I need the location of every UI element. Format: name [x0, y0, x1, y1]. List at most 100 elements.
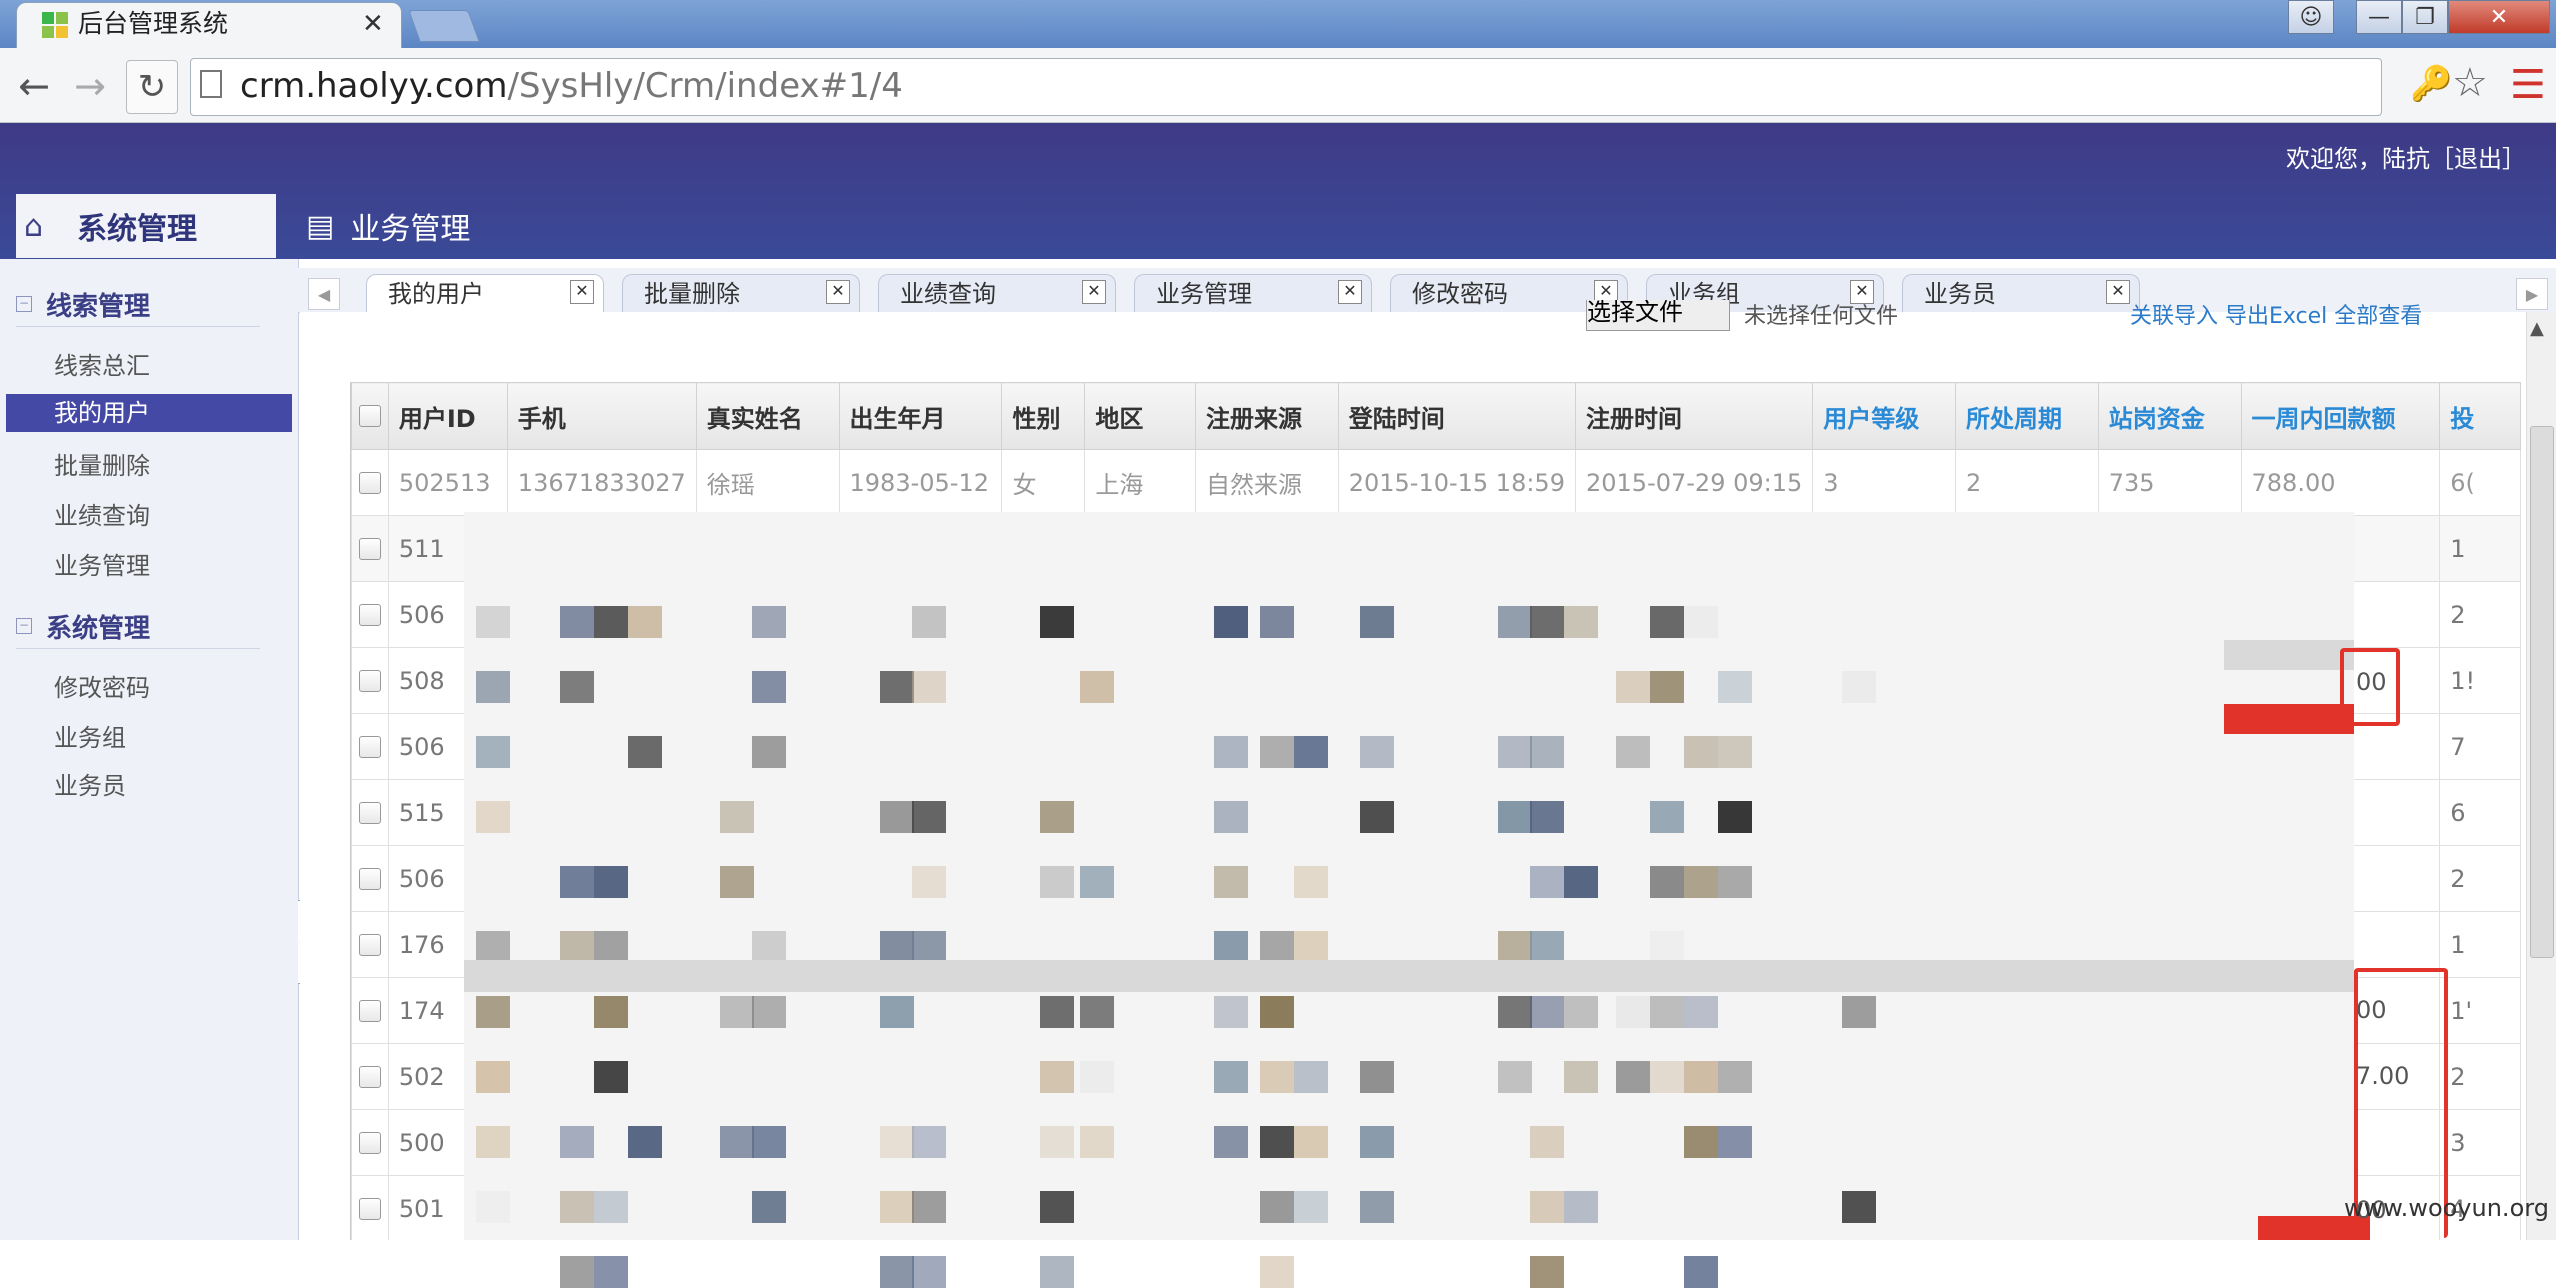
bookmark-star-icon[interactable]: ☆ [2452, 60, 2488, 106]
maximize-button[interactable]: ❐ [2402, 0, 2448, 34]
row-checkbox[interactable] [358, 735, 381, 758]
col-reg-time[interactable]: 注册时间 [1574, 382, 1814, 450]
sidebar-item-change-password[interactable]: 修改密码 [54, 668, 150, 708]
sidebar-item-business[interactable]: 业务管理 [54, 546, 150, 586]
row-checkbox[interactable] [358, 801, 381, 824]
table-row[interactable]: 502513 13671833027 徐瑶 1983-05-12 女 上海 自然… [351, 449, 2521, 516]
sidebar-item-lead-summary[interactable]: 线索总汇 [54, 346, 150, 386]
sidebar-item-label: 我的用户 [54, 399, 150, 427]
tab-close-icon[interactable]: ✕ [570, 280, 594, 304]
scrollbar-thumb[interactable] [2530, 426, 2554, 958]
row-checkbox[interactable] [358, 669, 381, 692]
collapse-icon: − [16, 618, 32, 634]
tab-label: 我的用户 [388, 280, 484, 308]
cell-invest: 3 [2439, 1109, 2521, 1176]
tab-scroll-right-icon[interactable]: ▶ [2516, 278, 2548, 310]
tab-label: 业绩查询 [900, 280, 996, 308]
nav-tab-system-label: 系统管理 [77, 212, 198, 247]
col-login-time[interactable]: 登陆时间 [1337, 382, 1576, 450]
col-phone[interactable]: 手机 [506, 382, 697, 450]
sidebar-item-business-group[interactable]: 业务组 [54, 718, 126, 758]
user-profile-icon[interactable]: ☺ [2288, 0, 2334, 34]
cell-week-repay: 788.00 [2240, 449, 2441, 516]
row-checkbox[interactable] [358, 471, 381, 494]
tab-scroll-left-icon[interactable]: ◀ [308, 278, 340, 310]
col-idle-funds[interactable]: 站岗资金 [2097, 382, 2242, 450]
col-gender[interactable]: 性别 [1001, 382, 1086, 450]
sidebar-group-label: 系统管理 [46, 613, 151, 644]
collapse-icon: − [16, 296, 32, 312]
sidebar-group-leads[interactable]: − 线索管理 [16, 284, 150, 324]
nav-tab-system[interactable]: ⌂ 系统管理 [16, 194, 276, 258]
cell-invest: 1 [2439, 515, 2521, 582]
row-checkbox[interactable] [358, 999, 381, 1022]
url-host: crm.haolyy.com [240, 66, 508, 106]
new-tab-button[interactable] [408, 10, 480, 42]
redaction-pixel [1684, 1256, 1718, 1288]
cell-phone: 13671833027 [506, 449, 697, 516]
forward-arrow-icon[interactable]: → [66, 60, 114, 112]
row-checkbox[interactable] [358, 1131, 381, 1154]
row-checkbox[interactable] [358, 1197, 381, 1220]
cell-name: 徐瑶 [695, 449, 840, 516]
row-checkbox[interactable] [358, 867, 381, 890]
scroll-up-icon[interactable]: ▲ [2530, 318, 2544, 339]
tab-label: 业务管理 [1156, 280, 1252, 308]
sidebar-item-batch-delete[interactable]: 批量删除 [54, 446, 150, 486]
sidebar-item-performance[interactable]: 业绩查询 [54, 496, 150, 536]
col-region[interactable]: 地区 [1084, 382, 1196, 450]
cell-invest: 2 [2439, 1043, 2521, 1110]
minimize-button[interactable]: — [2356, 0, 2402, 34]
cell-level: 3 [1812, 449, 1957, 516]
col-invest[interactable]: 投 [2439, 382, 2521, 450]
row-checkbox[interactable] [358, 933, 381, 956]
watermark: www.wooyun.org [2344, 1194, 2549, 1222]
welcome-text[interactable]: 欢迎您，陆抗［退出］ [2286, 142, 2526, 176]
col-user-level[interactable]: 用户等级 [1812, 382, 1957, 450]
sidebar-item-salesperson[interactable]: 业务员 [54, 766, 126, 806]
row-checkbox[interactable] [358, 1065, 381, 1088]
nav-tab-business[interactable]: ▤ 业务管理 [306, 194, 470, 258]
choose-file-button[interactable]: 选择文件 [1586, 300, 1730, 331]
cell-login-time: 2015-10-15 18:59 [1337, 449, 1576, 516]
col-week-repay[interactable]: 一周内回款额 [2240, 382, 2441, 450]
cell-invest: 6( [2439, 449, 2521, 516]
cell-invest: 1' [2439, 977, 2521, 1044]
col-period[interactable]: 所处周期 [1955, 382, 2099, 450]
tab-close-icon[interactable]: ✕ [826, 280, 850, 304]
menu-icon[interactable]: ☰ [2510, 62, 2546, 108]
cell-birth: 1983-05-12 [838, 449, 1003, 516]
redaction-mask [464, 512, 2354, 1240]
col-birth[interactable]: 出生年月 [838, 382, 1003, 450]
sidebar-group-label: 线索管理 [46, 291, 151, 322]
redaction-pixel [594, 1256, 628, 1288]
url-text[interactable]: crm.haolyy.com/SysHly/Crm/index#1/4 [240, 64, 903, 108]
col-user-id[interactable]: 用户ID [387, 382, 508, 450]
row-checkbox[interactable] [358, 603, 381, 626]
redaction-pixel [880, 1256, 914, 1288]
home-icon: ⌂ [24, 208, 44, 244]
back-arrow-icon[interactable]: ← [10, 60, 58, 112]
tab-close-icon[interactable]: ✕ [1082, 280, 1106, 304]
key-icon[interactable]: 🔑 [2410, 64, 2452, 104]
tab-close-icon[interactable]: ✕ [2106, 280, 2130, 304]
tab-close-icon[interactable]: ✕ [1338, 280, 1362, 304]
row-checkbox[interactable] [358, 537, 381, 560]
close-window-button[interactable]: ✕ [2448, 0, 2550, 34]
redaction-pixel [1040, 1256, 1074, 1288]
select-all-checkbox[interactable] [358, 405, 381, 427]
col-real-name[interactable]: 真实姓名 [695, 382, 840, 450]
url-path: /SysHly/Crm/index#1/4 [507, 66, 903, 106]
tab-close-icon[interactable]: ✕ [362, 8, 384, 40]
reload-icon[interactable]: ↻ [126, 60, 178, 114]
sidebar-group-system[interactable]: − 系统管理 [16, 606, 150, 646]
toolbar-links[interactable]: 关联导入 导出Excel 全部查看 [2130, 298, 2422, 330]
amount-fragment: 00 [2356, 668, 2387, 696]
tab-label: 业务员 [1924, 280, 1996, 308]
browser-tab-title: 后台管理系统 [78, 9, 229, 38]
list-icon: ▤ [306, 208, 335, 244]
cell-invest: 6 [2439, 779, 2521, 846]
col-reg-source[interactable]: 注册来源 [1194, 382, 1339, 450]
file-status-text: 未选择任何文件 [1744, 304, 1899, 329]
cell-user-id: 502513 [387, 449, 508, 516]
